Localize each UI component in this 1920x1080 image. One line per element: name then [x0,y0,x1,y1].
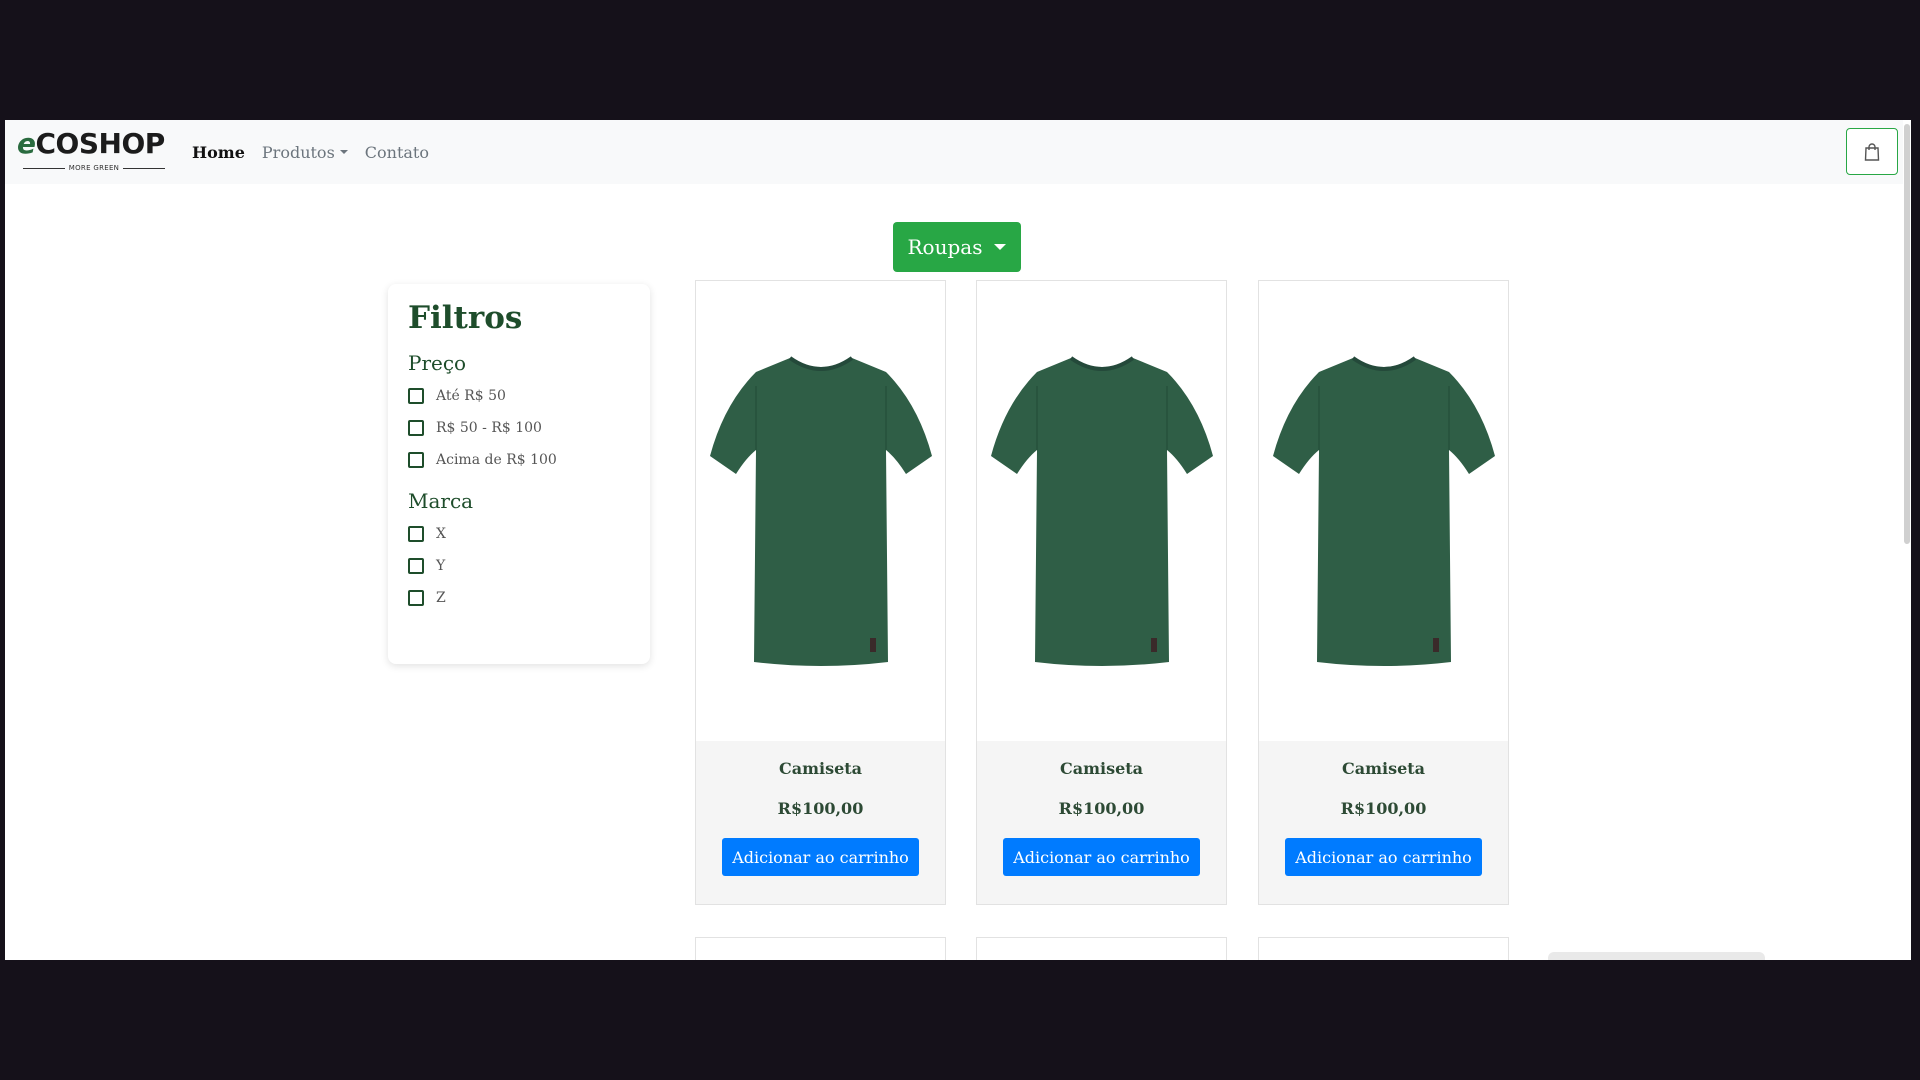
scrollbar-thumb[interactable] [1904,124,1910,544]
product-price: R$100,00 [777,799,864,818]
product-name[interactable]: Camiseta [1259,759,1508,778]
tshirt-image [990,356,1213,666]
price-option-label: R$ 50 - R$ 100 [436,420,542,436]
filters-title: Filtros [408,300,523,336]
price-checkbox[interactable] [408,420,424,436]
product-price: R$100,00 [1340,799,1427,818]
add-to-cart-button[interactable]: Adicionar ao carrinho [1003,838,1200,876]
brand-checkbox[interactable] [408,526,424,542]
product-card: Camiseta R$100,00 Adicionar ao carrinho [695,280,946,905]
brand-filter-heading: Marca [408,489,474,513]
ecoshop-logo[interactable]: eCOSHOP MORE GREEN [17,127,172,174]
tshirt-image [1272,356,1495,666]
brand-option-label: Z [436,590,446,606]
logo-tagline: MORE GREEN [68,164,120,172]
brand-option-label: Y [436,558,446,574]
brand-checkbox[interactable] [408,558,424,574]
product-price: R$100,00 [1058,799,1145,818]
filters-panel: Filtros Preço Até R$ 50 R$ 50 - R$ 100 A… [388,284,650,664]
nav-produtos-dropdown[interactable]: Produtos [262,143,348,162]
floating-element-partial [1548,952,1765,960]
add-to-cart-button[interactable]: Adicionar ao carrinho [722,838,919,876]
product-name[interactable]: Camiseta [696,759,945,778]
brand-filter-option[interactable]: X [408,518,630,550]
nav-produtos-label: Produtos [261,142,335,162]
chevron-down-icon [339,150,348,154]
product-name[interactable]: Camiseta [977,759,1226,778]
navbar: eCOSHOP MORE GREEN Home Produtos Contato [5,120,1911,184]
scrollbar[interactable] [1903,120,1911,960]
brand-option-label: X [436,526,446,542]
price-filter-option[interactable]: R$ 50 - R$ 100 [408,412,630,444]
brand-filter-option[interactable]: Y [408,550,630,582]
product-card: Camiseta R$100,00 Adicionar ao carrinho [1258,280,1509,905]
product-image[interactable] [1259,281,1508,741]
product-card-partial [976,937,1227,960]
tshirt-image [709,356,932,666]
price-checkbox[interactable] [408,452,424,468]
product-card-partial [695,937,946,960]
logo-wordmark: eCOSHOP [17,127,165,160]
price-option-label: Até R$ 50 [436,388,506,404]
caret-down-icon [994,244,1007,250]
price-checkbox[interactable] [408,388,424,404]
price-filter-option[interactable]: Acima de R$ 100 [408,444,630,476]
category-dropdown-button[interactable]: Roupas [893,222,1021,272]
nav-contato-link[interactable]: Contato [365,143,429,162]
logo-tagline-row: MORE GREEN [23,162,165,174]
logo-rule-right [123,167,165,169]
brand-checkbox[interactable] [408,590,424,606]
logo-rule-left [23,167,65,169]
price-filter-option[interactable]: Até R$ 50 [408,380,630,412]
product-image[interactable] [696,281,945,741]
add-to-cart-button[interactable]: Adicionar ao carrinho [1285,838,1482,876]
shopping-bag-icon [1864,142,1880,161]
nav-home-link[interactable]: Home [192,143,245,162]
category-label: Roupas [907,235,983,259]
price-filter-heading: Preço [408,351,467,375]
product-card-partial [1258,937,1509,960]
product-card: Camiseta R$100,00 Adicionar ao carrinho [976,280,1227,905]
price-option-label: Acima de R$ 100 [436,452,557,468]
product-image[interactable] [977,281,1226,741]
brand-filter-option[interactable]: Z [408,582,630,614]
nav-links: Home Produtos Contato [192,120,446,184]
product-grid: Camiseta R$100,00 Adicionar ao carrinho … [695,280,1525,960]
browser-viewport: eCOSHOP MORE GREEN Home Produtos Contato… [5,120,1911,960]
cart-button[interactable] [1846,128,1898,175]
